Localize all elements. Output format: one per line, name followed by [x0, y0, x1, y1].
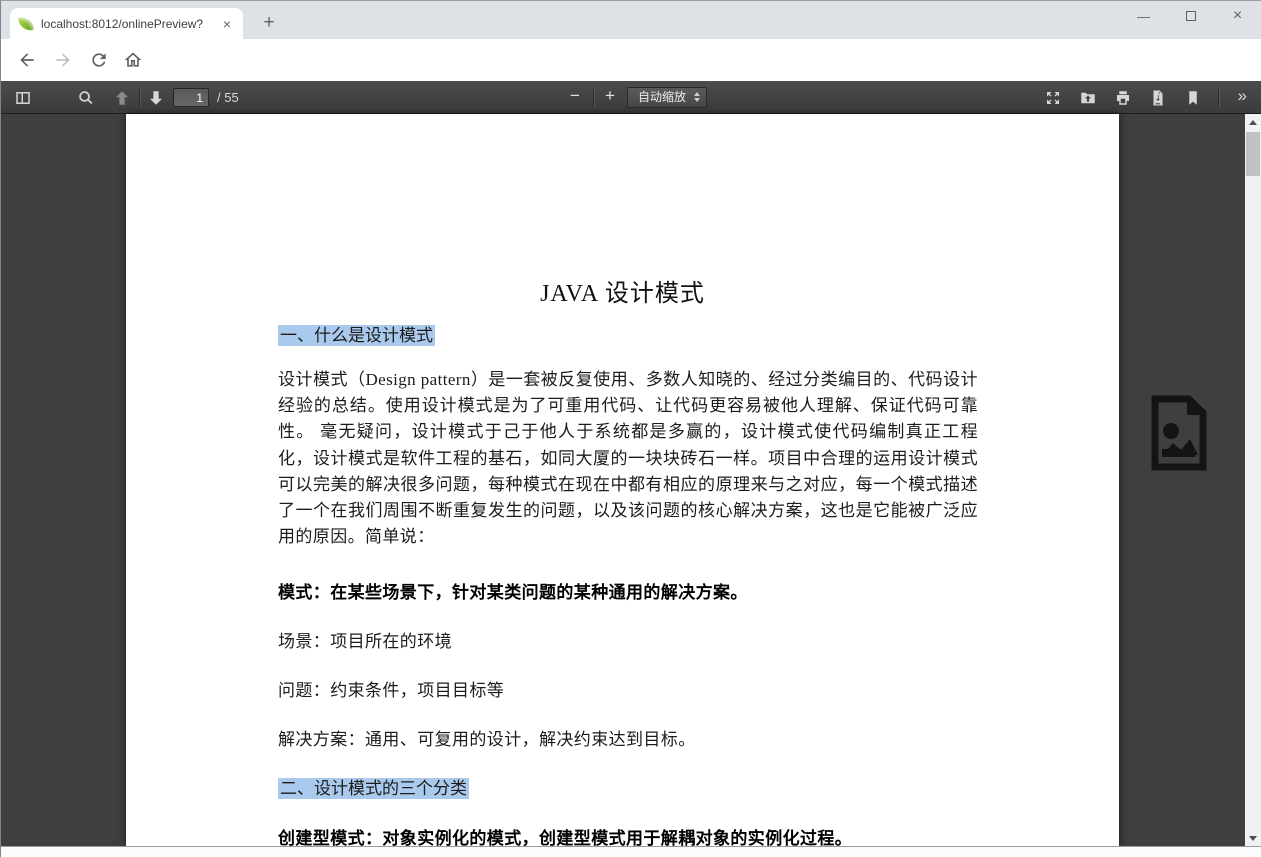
scroll-down-icon — [1249, 836, 1257, 841]
back-button[interactable] — [13, 46, 41, 74]
arrow-up-icon — [113, 89, 131, 107]
select-arrows-icon — [694, 92, 700, 102]
new-tab-button[interactable]: + — [255, 10, 283, 38]
page-count-label: / 55 — [217, 90, 239, 105]
browser-tab[interactable]: localhost:8012/onlinePreview? × — [10, 8, 243, 39]
browser-toolbar: localhost:8012/onlinePreview?url=http://… — [1, 39, 1261, 81]
reload-button[interactable] — [85, 46, 113, 74]
bookmark-button[interactable] — [1180, 85, 1206, 110]
tab-title: localhost:8012/onlinePreview? — [41, 17, 212, 31]
scene-line: 场景：项目所在的环境 — [278, 627, 452, 652]
window-bottom-edge — [1, 846, 1261, 857]
maximize-button[interactable] — [1167, 1, 1214, 31]
scroll-up-icon — [1249, 120, 1257, 125]
previous-page-button[interactable] — [109, 85, 135, 110]
zoom-in-button[interactable]: + — [599, 86, 621, 106]
paragraph: 设计模式（Design pattern）是一套被反复使用、多数人知晓的、经过分类… — [278, 367, 978, 550]
forward-button[interactable] — [49, 46, 77, 74]
home-icon — [123, 50, 143, 70]
open-folder-icon — [1079, 89, 1097, 107]
print-button[interactable] — [1110, 85, 1136, 110]
open-file-button[interactable] — [1075, 85, 1101, 110]
problem-line: 问题：约束条件，项目目标等 — [278, 676, 504, 701]
sidebar-toggle-button[interactable] — [10, 85, 36, 110]
more-tools-button[interactable]: » — [1232, 84, 1253, 108]
document-title: JAVA 设计模式 — [126, 273, 1119, 308]
maximize-icon — [1186, 11, 1196, 21]
zoom-mode-select[interactable]: 自动缩放 — [627, 87, 707, 108]
scrollbar-thumb[interactable] — [1246, 132, 1260, 176]
pdf-viewer[interactable]: JAVA 设计模式 一、什么是设计模式 设计模式（Design pattern）… — [1, 114, 1261, 847]
vertical-scrollbar[interactable] — [1245, 114, 1261, 847]
arrow-down-icon — [147, 89, 165, 107]
presentation-mode-button[interactable] — [1040, 85, 1066, 110]
home-button[interactable] — [119, 46, 147, 74]
tab-strip: localhost:8012/onlinePreview? × + — × — [1, 1, 1261, 39]
forward-icon — [53, 50, 73, 70]
scroll-up-button[interactable] — [1245, 114, 1261, 131]
printer-icon — [1114, 89, 1132, 107]
zoom-mode-value: 自动缩放 — [638, 90, 686, 104]
pattern-definition-line: 模式：在某些场景下，针对某类问题的某种通用的解决方案。 — [278, 578, 748, 603]
section-heading-2: 二、设计模式的三个分类 — [278, 774, 469, 799]
window-controls: — × — [1120, 1, 1261, 39]
next-page-button[interactable] — [143, 85, 169, 110]
tab-close-icon[interactable]: × — [220, 16, 234, 32]
find-button[interactable] — [73, 85, 99, 110]
download-icon — [1149, 89, 1167, 107]
download-button[interactable] — [1145, 85, 1171, 110]
section-heading-1: 一、什么是设计模式 — [278, 321, 435, 346]
sidebar-icon — [14, 89, 32, 107]
zoom-out-button[interactable]: − — [564, 86, 586, 106]
pdf-toolbar: / 55 − + 自动缩放 » — [1, 81, 1261, 114]
scroll-down-button[interactable] — [1245, 830, 1261, 847]
fullscreen-icon — [1044, 89, 1062, 107]
solution-line: 解决方案：通用、可复用的设计，解决约束达到目标。 — [278, 725, 696, 750]
page-number-input[interactable] — [173, 88, 209, 107]
browser-window: localhost:8012/onlinePreview? × + — × lo… — [0, 0, 1261, 857]
image-placeholder-icon — [1141, 393, 1215, 473]
document-page: JAVA 设计模式 一、什么是设计模式 设计模式（Design pattern）… — [126, 114, 1119, 847]
search-icon — [77, 89, 95, 107]
bookmark-icon — [1184, 89, 1202, 107]
back-icon — [17, 50, 37, 70]
spring-leaf-favicon-icon — [18, 16, 34, 32]
minimize-button[interactable]: — — [1120, 1, 1167, 31]
close-window-button[interactable]: × — [1214, 1, 1261, 31]
reload-icon — [89, 50, 109, 70]
